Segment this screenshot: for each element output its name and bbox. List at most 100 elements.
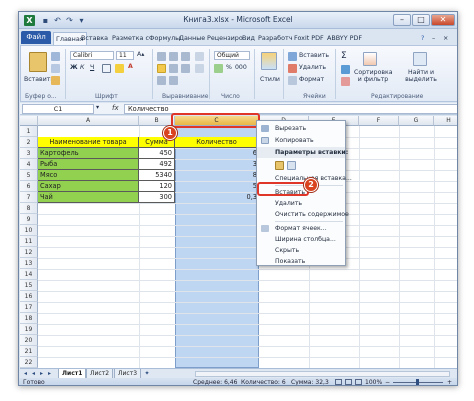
table-cell-name[interactable]: Картофель bbox=[38, 148, 139, 159]
tab-abbyy-pdf[interactable]: ABBYY PDF bbox=[327, 32, 362, 45]
row-header[interactable]: 8 bbox=[20, 203, 38, 214]
paste-option-icon[interactable] bbox=[275, 161, 284, 170]
copy-icon[interactable] bbox=[51, 64, 60, 73]
table-cell-sum[interactable]: 450 bbox=[139, 148, 175, 159]
menu-item-cut[interactable]: Вырезать bbox=[257, 123, 345, 134]
name-box[interactable]: C1 bbox=[22, 104, 94, 114]
row-header[interactable]: 2 bbox=[20, 137, 38, 148]
wrap-text-icon[interactable] bbox=[195, 52, 204, 61]
tab-insert[interactable]: Вставка bbox=[81, 32, 108, 45]
normal-view-icon[interactable] bbox=[335, 379, 342, 385]
zoom-in-icon[interactable]: + bbox=[447, 378, 452, 385]
table-cell-sum[interactable]: 5340 bbox=[139, 170, 175, 181]
tab-formulas[interactable]: Формулы bbox=[149, 32, 180, 45]
tab-page-layout[interactable]: Разметка с bbox=[112, 32, 149, 45]
font-name-combo[interactable]: Calibri bbox=[70, 51, 114, 60]
zoom-slider-thumb[interactable] bbox=[416, 379, 419, 385]
table-cell-qty[interactable]: 5 bbox=[175, 181, 259, 192]
row-header[interactable]: 1 bbox=[20, 126, 38, 137]
name-box-dropdown-icon[interactable]: ▾ bbox=[96, 104, 99, 111]
row-header[interactable]: 18 bbox=[20, 313, 38, 324]
table-cell-qty[interactable]: 8 bbox=[175, 170, 259, 181]
decrease-indent-icon[interactable] bbox=[157, 76, 166, 85]
tab-data[interactable]: Данные bbox=[179, 32, 205, 45]
underline-icon[interactable]: Ч bbox=[90, 64, 94, 71]
first-sheet-icon[interactable]: ◂ bbox=[22, 370, 29, 378]
table-cell-sum[interactable]: 300 bbox=[139, 192, 175, 203]
align-top-icon[interactable] bbox=[157, 52, 166, 61]
table-cell-qty[interactable]: 3 bbox=[175, 159, 259, 170]
cut-icon[interactable] bbox=[51, 52, 60, 61]
zoom-out-icon[interactable]: − bbox=[385, 378, 390, 385]
find-select-icon[interactable] bbox=[413, 52, 427, 66]
row-header[interactable]: 22 bbox=[20, 357, 38, 368]
bold-icon[interactable]: Ж bbox=[70, 64, 78, 71]
align-middle-icon[interactable] bbox=[169, 52, 178, 61]
row-header[interactable]: 12 bbox=[20, 247, 38, 258]
align-bottom-icon[interactable] bbox=[181, 52, 190, 61]
fill-color-icon[interactable] bbox=[115, 64, 124, 73]
tab-developer[interactable]: Разработч bbox=[258, 32, 293, 45]
row-header[interactable]: 6 bbox=[20, 181, 38, 192]
column-header-a[interactable]: A bbox=[38, 116, 139, 126]
cells-delete-button[interactable]: Удалить bbox=[299, 64, 326, 71]
row-header[interactable]: 4 bbox=[20, 159, 38, 170]
menu-item-copy[interactable]: Копировать bbox=[257, 135, 345, 146]
column-header-h[interactable]: H bbox=[434, 116, 457, 126]
menu-item-column-width[interactable]: Ширина столбца... bbox=[257, 234, 345, 245]
table-cell-sum[interactable]: 492 bbox=[139, 159, 175, 170]
insert-function-icon[interactable]: fx bbox=[112, 104, 119, 112]
row-header[interactable]: 11 bbox=[20, 236, 38, 247]
borders-icon[interactable] bbox=[102, 64, 111, 73]
row-header[interactable]: 3 bbox=[20, 148, 38, 159]
page-break-view-icon[interactable] bbox=[355, 379, 362, 385]
thousands-icon[interactable]: 000 bbox=[235, 64, 247, 71]
maximize-button[interactable]: □ bbox=[412, 14, 430, 26]
tab-foxit-pdf[interactable]: Foxit PDF bbox=[294, 32, 324, 45]
menu-item-hide[interactable]: Скрыть bbox=[257, 245, 345, 256]
row-header[interactable]: 14 bbox=[20, 269, 38, 280]
increase-indent-icon[interactable] bbox=[169, 76, 178, 85]
table-header-cell[interactable]: Наименование товара bbox=[38, 137, 139, 148]
row-header[interactable]: 17 bbox=[20, 302, 38, 313]
select-all-corner[interactable] bbox=[20, 116, 38, 126]
merge-center-icon[interactable] bbox=[195, 64, 204, 73]
column-header-g[interactable]: G bbox=[399, 116, 434, 126]
delete-cells-icon[interactable] bbox=[288, 64, 297, 73]
align-center-icon[interactable] bbox=[169, 64, 178, 73]
row-header[interactable]: 20 bbox=[20, 335, 38, 346]
worksheet-grid[interactable]: A B C D E F G H 1 2 3 4 5 6 7 8 9 10 11 … bbox=[20, 116, 457, 368]
menu-item-clear-contents[interactable]: Очистить содержимое bbox=[257, 209, 349, 220]
table-cell-name[interactable]: Чай bbox=[38, 192, 139, 203]
menu-item-delete[interactable]: Удалить bbox=[257, 198, 345, 209]
window-close-icon[interactable]: × bbox=[443, 32, 448, 45]
close-button[interactable]: ✕ bbox=[431, 14, 455, 26]
window-minimize-icon[interactable]: – bbox=[432, 32, 435, 45]
align-left-icon[interactable] bbox=[157, 64, 166, 73]
autosum-icon[interactable]: Σ bbox=[341, 51, 347, 61]
page-layout-view-icon[interactable] bbox=[345, 379, 352, 385]
cells-format-button[interactable]: Формат bbox=[299, 76, 324, 83]
font-color-icon[interactable]: A bbox=[128, 63, 133, 70]
last-sheet-icon[interactable]: ▸ bbox=[46, 370, 53, 378]
insert-cells-icon[interactable] bbox=[288, 52, 297, 61]
cells-insert-button[interactable]: Вставить bbox=[299, 52, 329, 59]
sort-filter-button[interactable]: Сортировка и фильтр bbox=[354, 69, 393, 83]
grow-font-icon[interactable]: A▴ bbox=[137, 51, 144, 58]
table-cell-name[interactable]: Сахар bbox=[38, 181, 139, 192]
new-sheet-icon[interactable]: ✦ bbox=[142, 370, 152, 378]
row-header[interactable]: 15 bbox=[20, 280, 38, 291]
table-cell-qty[interactable]: 0,3 bbox=[175, 192, 259, 203]
percent-icon[interactable]: % bbox=[226, 64, 232, 71]
row-header[interactable]: 13 bbox=[20, 258, 38, 269]
column-header-f[interactable]: F bbox=[359, 116, 399, 126]
column-header-b[interactable]: B bbox=[139, 116, 175, 126]
format-cells-icon[interactable] bbox=[288, 76, 297, 85]
table-cell-sum[interactable]: 120 bbox=[139, 181, 175, 192]
align-right-icon[interactable] bbox=[181, 64, 190, 73]
paste-button[interactable]: Вставить bbox=[24, 76, 54, 83]
prev-sheet-icon[interactable]: ◂ bbox=[30, 370, 37, 378]
paste-values-icon[interactable] bbox=[287, 161, 296, 170]
table-cell-name[interactable]: Рыба bbox=[38, 159, 139, 170]
zoom-level[interactable]: 100% bbox=[365, 378, 382, 385]
